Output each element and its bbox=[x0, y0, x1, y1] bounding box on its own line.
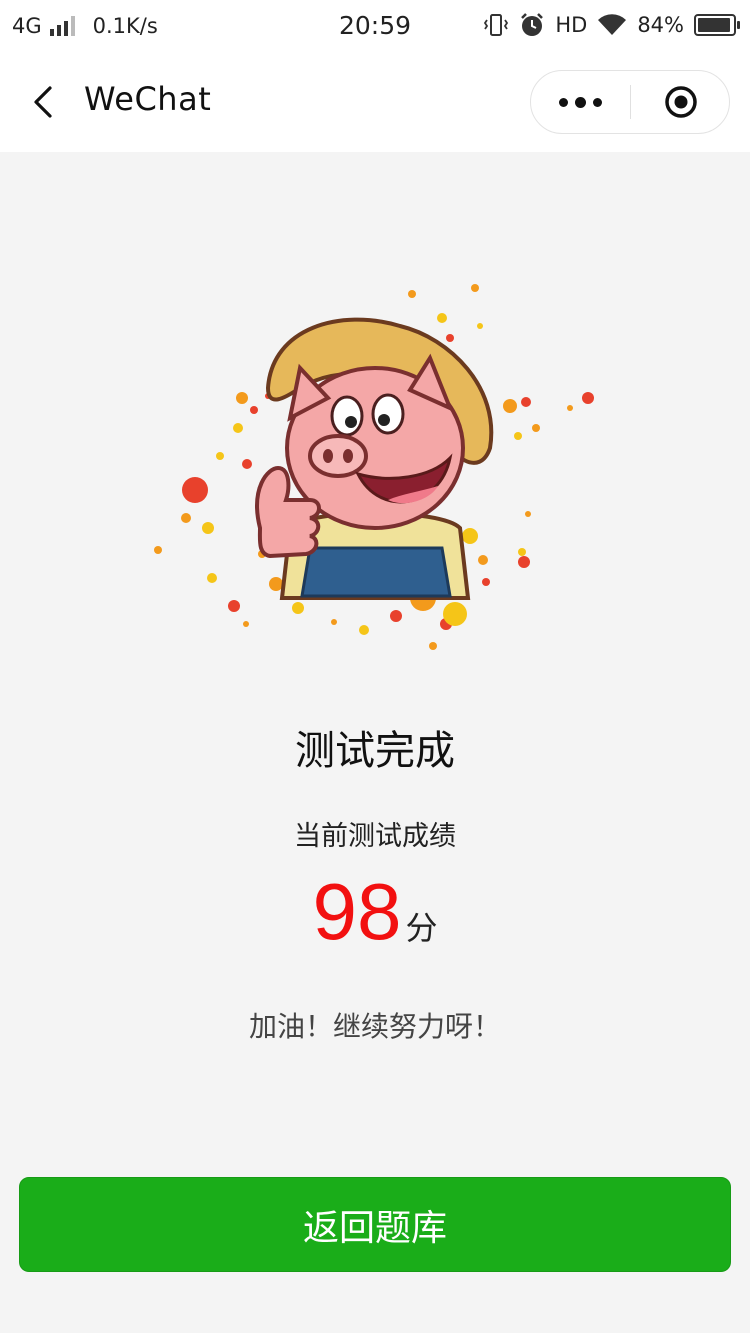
close-target-icon[interactable] bbox=[664, 85, 698, 119]
alarm-icon bbox=[521, 13, 544, 36]
encourage-message: 加油！继续努力呀！ bbox=[248, 1010, 501, 1043]
battery-fill bbox=[698, 18, 730, 32]
hd-badge: HD bbox=[555, 13, 588, 37]
score-label: 当前测试成绩 bbox=[294, 821, 456, 852]
score-row: 98 分 bbox=[0, 866, 750, 958]
battery-percent: 84% bbox=[637, 13, 684, 37]
pig-farmer-illustration bbox=[154, 284, 594, 650]
result-title: 测试完成 bbox=[295, 728, 455, 774]
more-dots-icon[interactable] bbox=[531, 71, 629, 133]
back-chevron-icon[interactable] bbox=[26, 80, 70, 124]
battery-icon bbox=[694, 14, 740, 36]
score-unit: 分 bbox=[405, 909, 438, 947]
nav-title: WeChat bbox=[84, 80, 212, 118]
capsule-divider bbox=[630, 85, 631, 119]
wifi-icon bbox=[598, 14, 627, 36]
status-bar: 4G 0.1K/s 20:59 HD 84% bbox=[0, 0, 750, 54]
score-value: 98 bbox=[312, 867, 402, 956]
pig-farmer bbox=[255, 317, 494, 600]
nav-bar: WeChat bbox=[0, 54, 750, 152]
back-to-bank-button[interactable]: 返回题库 bbox=[19, 1177, 731, 1272]
vibrate-icon bbox=[484, 14, 509, 36]
status-right: HD 84% bbox=[483, 12, 740, 38]
capsule-menu bbox=[530, 70, 730, 134]
